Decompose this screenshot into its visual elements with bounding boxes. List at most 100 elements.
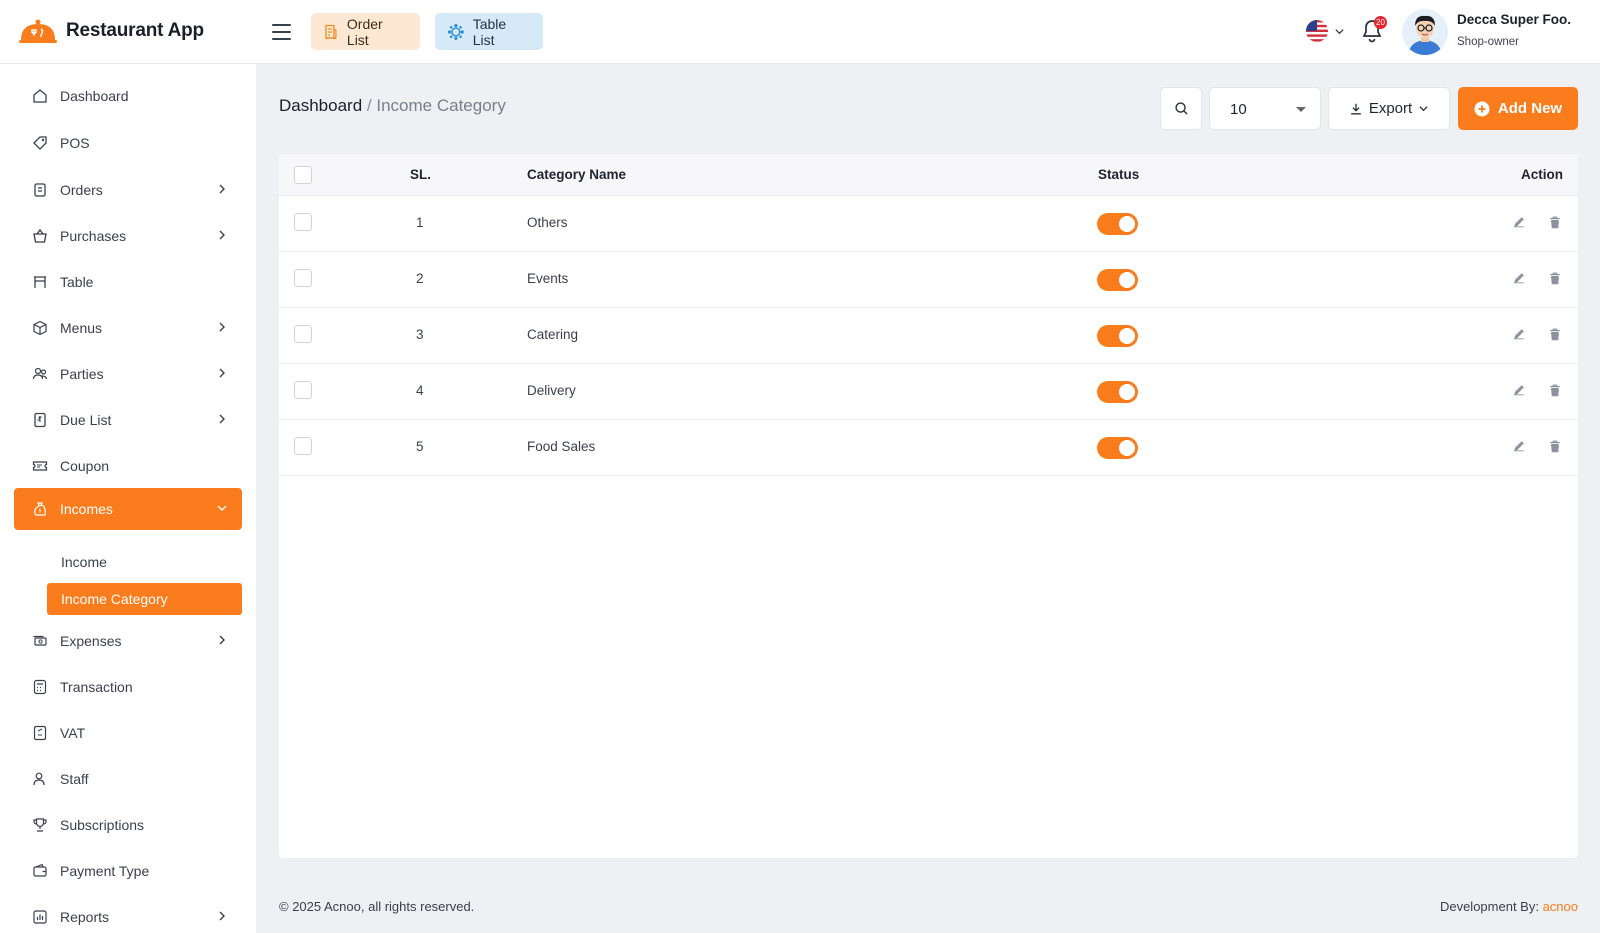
sidebar-subitem-income-category[interactable]: Income Category [47,583,242,615]
row-checkbox[interactable] [294,325,312,343]
breadcrumb-separator: / [367,96,372,115]
sidebar-item-menus[interactable]: Menus [14,307,242,349]
users-icon [32,366,48,382]
export-button[interactable]: Export [1328,87,1450,130]
edit-button[interactable] [1511,326,1527,342]
status-toggle[interactable] [1097,269,1138,291]
sidebar-item-payment-type[interactable]: Payment Type [14,850,242,892]
language-selector[interactable] [1306,20,1345,42]
table-list-label: Table List [473,16,531,48]
row-sl: 5 [416,439,424,454]
menu-toggle-button[interactable] [272,20,296,44]
user-avatar[interactable] [1402,9,1448,55]
chevron-right-icon [216,413,228,425]
sidebar-item-label: Payment Type [60,863,149,879]
sidebar-subitem-label: Income [61,554,107,570]
select-all-checkbox[interactable] [294,166,312,184]
status-toggle[interactable] [1097,325,1138,347]
sidebar-item-label: Reports [60,909,109,925]
trophy-icon [32,817,48,833]
sidebar-item-label: Expenses [60,633,121,649]
row-checkbox[interactable] [294,269,312,287]
caret-down-icon [1296,107,1306,112]
row-category-name: Catering [527,327,578,342]
breadcrumb-root[interactable]: Dashboard [279,96,362,115]
basket-icon [32,228,48,244]
sidebar-item-incomes[interactable]: Incomes [14,488,242,530]
row-checkbox[interactable] [294,437,312,455]
chevron-down-icon [216,502,228,514]
pencil-icon [1512,215,1526,229]
edit-button[interactable] [1511,270,1527,286]
sidebar-item-label: Table [60,274,93,290]
sidebar-item-expenses[interactable]: Expenses [14,620,242,662]
column-header-action: Action [1521,167,1563,182]
column-header-status: Status [1098,167,1139,182]
delete-button[interactable] [1547,438,1563,454]
chevron-right-icon [216,634,228,646]
sidebar-item-label: Subscriptions [60,817,144,833]
chevron-right-icon [216,229,228,241]
user-role: Shop-owner [1457,36,1519,48]
sidebar-subitem-income[interactable]: Income [47,546,242,578]
chevron-down-icon [1418,103,1429,114]
clipboard-icon [32,182,48,198]
sidebar-item-subscriptions[interactable]: Subscriptions [14,804,242,846]
app-logo[interactable]: Restaurant App [18,18,204,44]
pencil-icon [1512,327,1526,341]
toggle-knob [1119,440,1135,456]
table-list-button[interactable]: Table List [435,13,543,50]
chevron-right-icon [216,367,228,379]
sidebar-item-staff[interactable]: Staff [14,758,242,800]
sidebar-item-orders[interactable]: Orders [14,169,242,211]
edit-button[interactable] [1511,382,1527,398]
sidebar-item-label: Menus [60,320,102,336]
per-page-select[interactable]: 10 [1209,87,1321,130]
sidebar-item-due-list[interactable]: Due List [14,399,242,441]
pencil-icon [1512,439,1526,453]
sidebar-item-label: Purchases [60,228,126,244]
status-toggle[interactable] [1097,437,1138,459]
box-icon [32,320,48,336]
delete-button[interactable] [1547,214,1563,230]
row-category-name: Delivery [527,383,576,398]
sidebar-item-coupon[interactable]: Coupon [14,445,242,487]
delete-button[interactable] [1547,326,1563,342]
row-sl: 1 [416,215,424,230]
row-checkbox[interactable] [294,381,312,399]
order-list-button[interactable]: Order List [311,13,420,50]
calculator-icon [32,679,48,695]
sidebar-item-purchases[interactable]: Purchases [14,215,242,257]
add-new-button[interactable]: Add New [1458,87,1578,130]
tag-icon [32,135,48,151]
cloche-logo-icon [18,18,58,44]
delete-button[interactable] [1547,270,1563,286]
pencil-icon [1512,383,1526,397]
toggle-knob [1119,272,1135,288]
hamburger-line [272,38,291,40]
status-toggle[interactable] [1097,213,1138,235]
status-toggle[interactable] [1097,381,1138,403]
sidebar-item-dashboard[interactable]: Dashboard [14,75,242,117]
search-button[interactable] [1160,87,1202,130]
footer-dev-link[interactable]: acnoo [1543,899,1578,914]
sidebar-item-pos[interactable]: POS [14,122,242,164]
sidebar-item-parties[interactable]: Parties [14,353,242,395]
report-chart-icon [32,909,48,925]
column-header-sl: SL. [410,167,431,182]
edit-button[interactable] [1511,438,1527,454]
toggle-knob [1119,384,1135,400]
home-icon [32,88,48,104]
notifications-button[interactable]: 20 [1360,18,1386,46]
row-category-name: Food Sales [527,439,595,454]
row-sl: 2 [416,271,424,286]
edit-button[interactable] [1511,214,1527,230]
sidebar-item-reports[interactable]: Reports [14,896,242,933]
sidebar-item-table[interactable]: Table [14,261,242,303]
row-checkbox[interactable] [294,213,312,231]
sidebar-item-vat[interactable]: VAT [14,712,242,754]
delete-button[interactable] [1547,382,1563,398]
sidebar-item-transaction[interactable]: Transaction [14,666,242,708]
column-header-category-name[interactable]: Category Name [527,167,626,182]
row-category-name: Events [527,271,568,286]
